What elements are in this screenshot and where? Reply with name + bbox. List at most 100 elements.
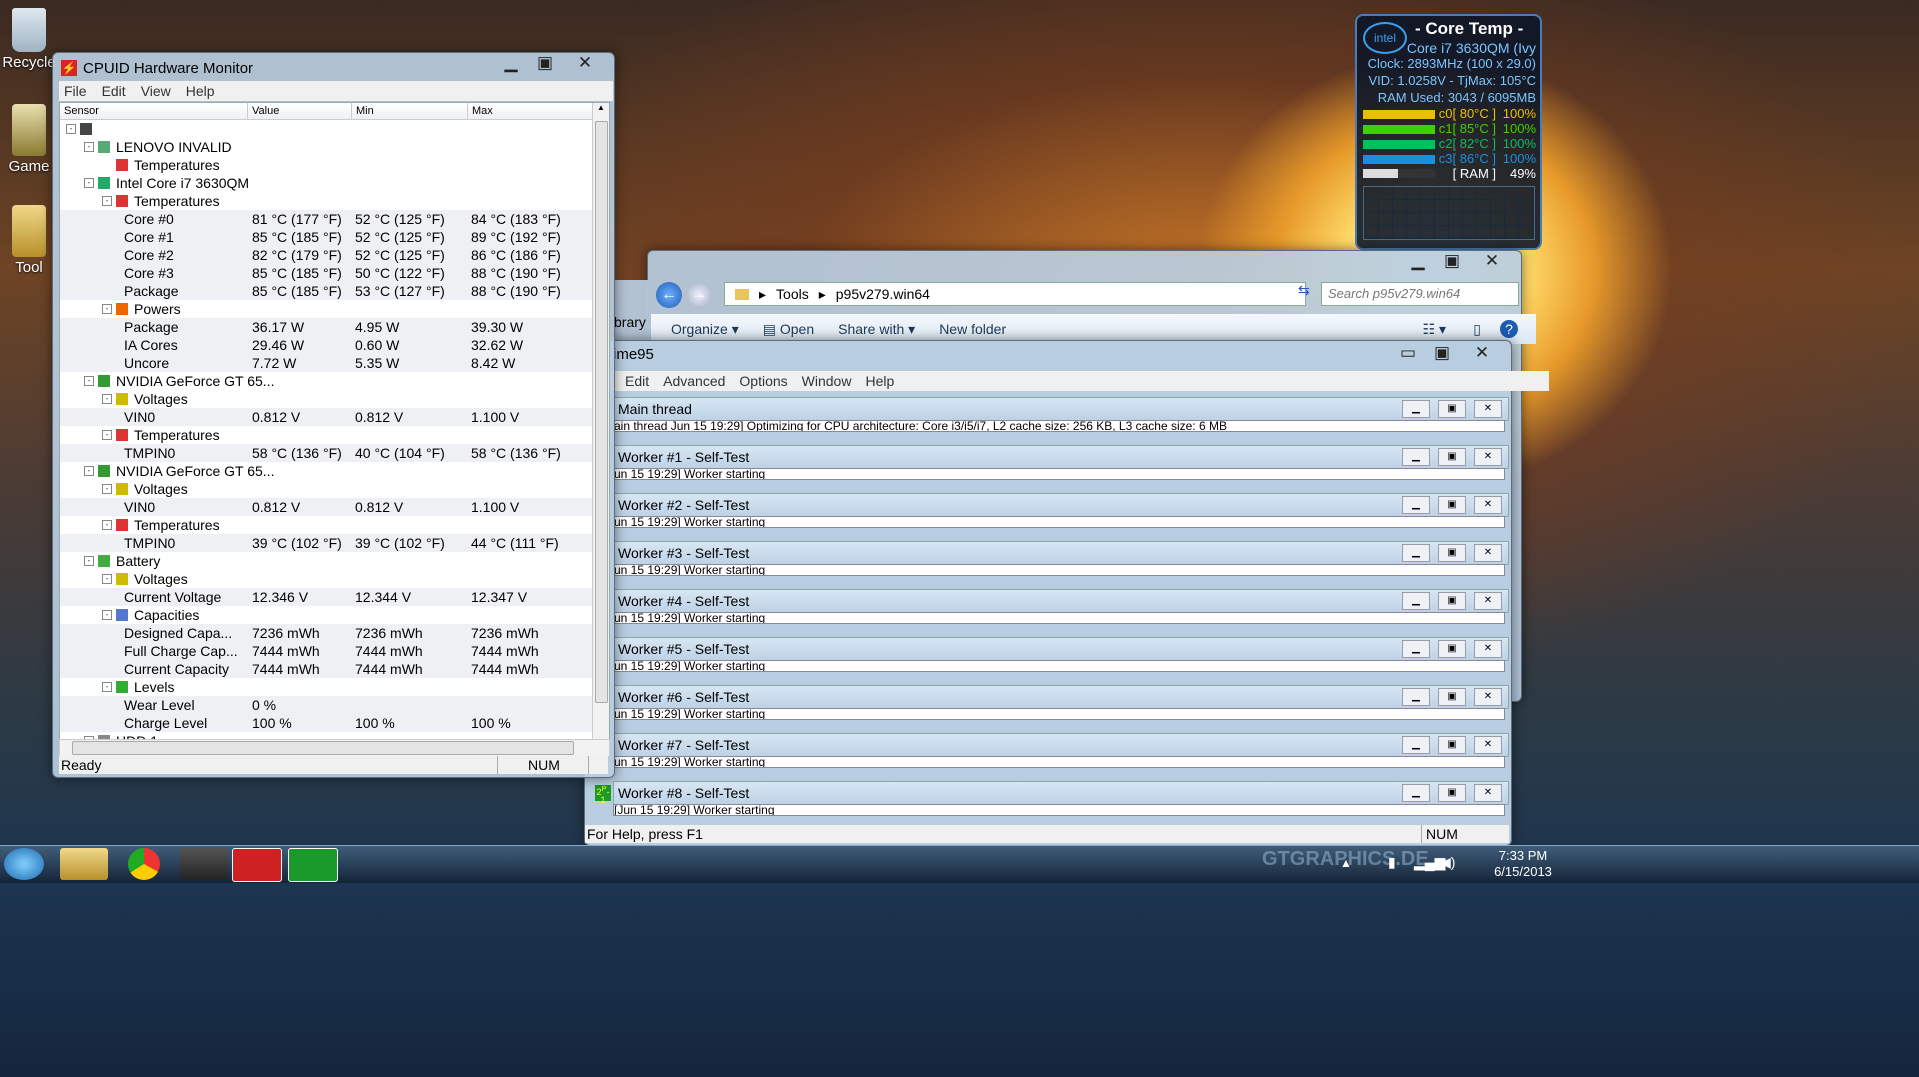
maximize-button[interactable]: ▣ (1438, 544, 1466, 562)
close-button[interactable]: ✕ (1474, 448, 1502, 466)
sensor-value-row[interactable]: Package 36.17 W 4.95 W 39.30 W (60, 318, 609, 336)
menu-help[interactable]: Help (186, 83, 215, 99)
sensor-value-row[interactable]: Core #2 82 °C (179 °F) 52 °C (125 °F) 86 °C… (60, 246, 609, 264)
close-button[interactable]: ✕ (1474, 640, 1502, 658)
close-button[interactable]: ✕ (1474, 544, 1502, 562)
minimize-button[interactable]: ▁ (1401, 251, 1435, 271)
close-button[interactable]: ✕ (1474, 496, 1502, 514)
hwmonitor-taskbar-icon[interactable] (232, 848, 282, 882)
view-options-icon[interactable]: ☷ ▾ (1423, 321, 1446, 338)
maximize-button[interactable]: ▣ (1438, 736, 1466, 754)
mdi-log[interactable]: ain thread Jun 15 19:29] Optimizing for … (613, 420, 1505, 432)
maximize-button[interactable]: ▣ (1438, 496, 1466, 514)
minimize-button[interactable]: ▁ (1402, 400, 1430, 418)
maximize-button[interactable]: ▣ (528, 53, 562, 73)
chrome-taskbar-icon[interactable] (128, 848, 160, 880)
horizontal-scrollbar[interactable] (59, 739, 610, 757)
show-hidden-icons[interactable]: ▲ (1340, 856, 1352, 870)
worker-window[interactable]: Worker #3 - Self-Test ▁ ▣ ✕ un 15 19:29] Wor… (613, 541, 1509, 581)
coretemp-gadget[interactable]: intel - Core Temp - Core i7 3630QM (Ivy … (1355, 14, 1542, 250)
mdi-log[interactable]: un 15 19:29] Worker starting (613, 468, 1505, 480)
breadcrumb-tools[interactable]: Tools (776, 286, 809, 302)
collapse-toggle[interactable]: - (84, 376, 94, 386)
mdi-titlebar[interactable]: Worker #3 - Self-Test ▁ ▣ ✕ (613, 541, 1509, 565)
sensor-value-row[interactable]: Current Capacity 7444 mWh 7444 mWh 7444 mWh (60, 660, 609, 678)
mdi-titlebar[interactable]: Main thread ▁ ▣ ✕ (613, 397, 1509, 421)
mdi-titlebar[interactable]: Worker #2 - Self-Test ▁ ▣ ✕ (613, 493, 1509, 517)
mdi-titlebar[interactable]: Worker #4 - Self-Test ▁ ▣ ✕ (613, 589, 1509, 613)
mdi-log[interactable]: [Jun 15 19:29] Worker starting (613, 804, 1505, 816)
close-button[interactable]: ✕ (1474, 400, 1502, 418)
menu-edit[interactable]: Edit (625, 373, 649, 389)
minimize-button[interactable]: ▁ (1402, 448, 1430, 466)
forward-icon[interactable]: → (686, 282, 712, 308)
explorer-taskbar-icon[interactable] (60, 848, 108, 880)
sensor-group-row[interactable]: - Temperatures (60, 426, 609, 444)
sensor-value-row[interactable]: VIN0 0.812 V 0.812 V 1.100 V (60, 408, 609, 426)
sensor-group-row[interactable]: Temperatures (60, 156, 609, 174)
mdi-titlebar[interactable]: Worker #6 - Self-Test ▁ ▣ ✕ (613, 685, 1509, 709)
sensor-tree[interactable]: Sensor Value Min Max - - LENOVO INVALID Tem… (59, 102, 610, 740)
minimize-button[interactable]: ▁ (1402, 736, 1430, 754)
maximize-button[interactable]: ▣ (1438, 784, 1466, 802)
sensor-group-row[interactable]: - NVIDIA GeForce GT 65... (60, 462, 609, 480)
menu-edit[interactable]: Edit (102, 83, 126, 99)
worker-window[interactable]: Worker #1 - Self-Test ▁ ▣ ✕ un 15 19:29] Wor… (613, 445, 1509, 485)
minimize-button[interactable]: ▁ (1402, 640, 1430, 658)
sensor-value-row[interactable]: Designed Capa... 7236 mWh 7236 mWh 7236 mWh (60, 624, 609, 642)
sensor-group-row[interactable]: - (60, 120, 609, 138)
close-button[interactable]: ✕ (1469, 251, 1515, 271)
sensor-value-row[interactable]: Wear Level 0 % (60, 696, 609, 714)
sensor-group-row[interactable]: - Levels (60, 678, 609, 696)
sensor-group-row[interactable]: - Powers (60, 300, 609, 318)
collapse-toggle[interactable]: - (102, 520, 112, 530)
prime95-taskbar-icon[interactable] (288, 848, 338, 882)
share-with-button[interactable]: Share with ▾ (838, 321, 915, 338)
menu-advanced[interactable]: Advanced (663, 373, 725, 389)
sensor-group-row[interactable]: - Battery (60, 552, 609, 570)
close-button[interactable]: ✕ (1474, 736, 1502, 754)
sensor-group-row[interactable]: - NVIDIA GeForce GT 65... (60, 372, 609, 390)
scroll-up-icon[interactable]: ▲ (593, 103, 609, 112)
close-button[interactable]: ✕ (1459, 343, 1505, 363)
mdi-titlebar[interactable]: Worker #8 - Self-Test ▁ ▣ ✕ (613, 781, 1509, 805)
collapse-toggle[interactable]: - (84, 142, 94, 152)
maximize-button[interactable]: ▣ (1438, 448, 1466, 466)
search-input[interactable]: Search p95v279.win64 (1321, 282, 1519, 306)
preview-pane-icon[interactable]: ▯ (1473, 321, 1481, 338)
collapse-toggle[interactable]: - (102, 196, 112, 206)
minimize-button[interactable]: ▁ (1402, 784, 1430, 802)
help-icon[interactable]: ? (1500, 320, 1518, 338)
sensor-group-row[interactable]: - Temperatures (60, 516, 609, 534)
collapse-toggle[interactable]: - (102, 574, 112, 584)
col-value[interactable]: Value (248, 103, 352, 119)
mdi-log[interactable]: un 15 19:29] Worker starting (613, 564, 1505, 576)
worker-window[interactable]: Worker #7 - Self-Test ▁ ▣ ✕ un 15 19:29] Wor… (613, 733, 1509, 773)
new-folder-button[interactable]: New folder (939, 321, 1006, 337)
worker-window[interactable]: Worker #4 - Self-Test ▁ ▣ ✕ un 15 19:29] Wor… (613, 589, 1509, 629)
collapse-toggle[interactable]: - (102, 394, 112, 404)
menu-options[interactable]: Options (739, 373, 787, 389)
collapse-toggle[interactable]: - (102, 484, 112, 494)
close-button[interactable]: ✕ (1474, 784, 1502, 802)
collapse-toggle[interactable]: - (66, 124, 76, 134)
h-scroll-thumb[interactable] (72, 741, 574, 755)
mdi-log[interactable]: un 15 19:29] Worker starting (613, 756, 1505, 768)
sensor-group-row[interactable]: - Voltages (60, 570, 609, 588)
sensor-value-row[interactable]: Uncore 7.72 W 5.35 W 8.42 W (60, 354, 609, 372)
sensor-group-row[interactable]: - Capacities (60, 606, 609, 624)
worker-window[interactable]: Worker #2 - Self-Test ▁ ▣ ✕ un 15 19:29] Wor… (613, 493, 1509, 533)
start-orb-icon[interactable] (4, 848, 44, 880)
menu-help[interactable]: Help (865, 373, 894, 389)
sensor-group-row[interactable]: - LENOVO INVALID (60, 138, 609, 156)
vertical-scrollbar[interactable]: ▲ (592, 103, 609, 739)
collapse-toggle[interactable]: - (102, 430, 112, 440)
power-tray-icon[interactable]: ▮ (1388, 854, 1396, 871)
minimize-button[interactable]: ▁ (1402, 592, 1430, 610)
sensor-value-row[interactable]: IA Cores 29.46 W 0.60 W 32.62 W (60, 336, 609, 354)
maximize-button[interactable]: ▣ (1438, 400, 1466, 418)
mdi-titlebar[interactable]: Worker #1 - Self-Test ▁ ▣ ✕ (613, 445, 1509, 469)
open-button[interactable]: ▤ Open (763, 321, 814, 338)
minimize-button[interactable]: ▁ (494, 53, 528, 73)
breadcrumb-p95[interactable]: p95v279.win64 (836, 286, 930, 302)
